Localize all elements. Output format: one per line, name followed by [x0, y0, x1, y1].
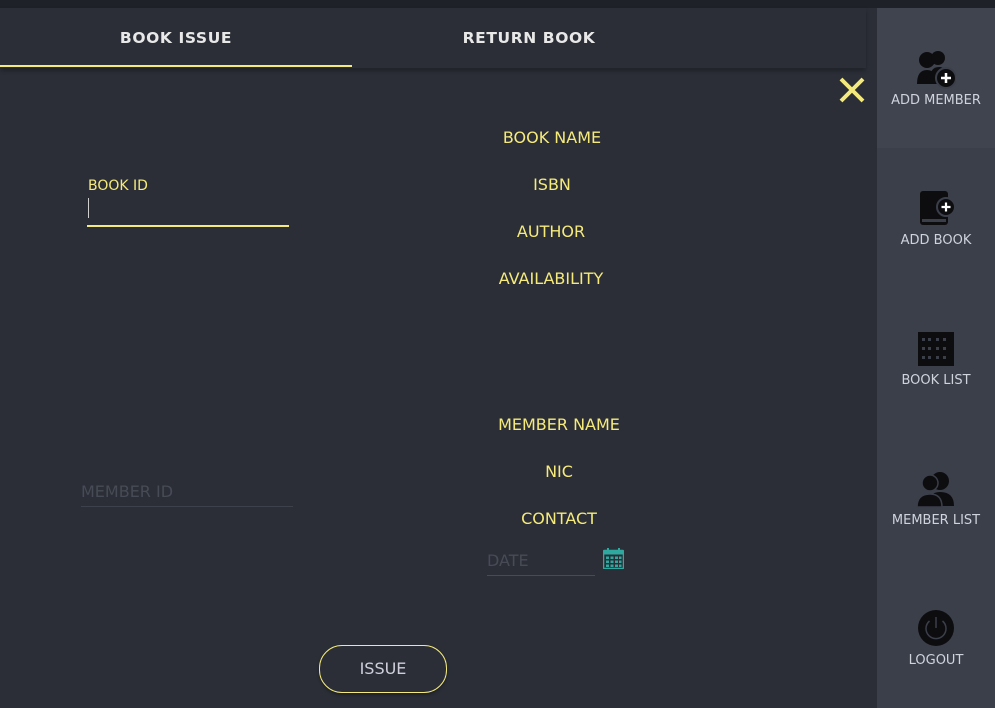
sidebar-label-member-list: MEMBER LIST — [891, 513, 981, 528]
member-list-icon — [916, 472, 954, 508]
window-top-bar — [0, 0, 995, 8]
sidebar-item-member-list[interactable]: MEMBER LIST — [877, 428, 995, 568]
member-id-input[interactable] — [81, 476, 293, 507]
close-icon[interactable] — [836, 74, 868, 106]
book-name-label: BOOK NAME — [502, 128, 602, 147]
isbn-label: ISBN — [533, 175, 571, 194]
sidebar-label-add-member: ADD MEMBER — [891, 93, 981, 108]
book-id-label: BOOK ID — [88, 178, 148, 194]
sidebar-label-add-book: ADD BOOK — [900, 233, 972, 248]
member-name-label: MEMBER NAME — [498, 415, 620, 434]
nic-label: NIC — [545, 462, 573, 481]
sidebar: ADD MEMBER ADD BOOK BOOK LIST MEMBER LIS… — [877, 8, 995, 708]
add-book-icon — [920, 191, 956, 225]
calendar-icon[interactable] — [603, 548, 624, 569]
tab-bar: BOOK ISSUE RETURN BOOK — [0, 8, 866, 68]
issue-button[interactable]: ISSUE — [319, 645, 447, 693]
main-panel: BOOK ISSUE RETURN BOOK — [0, 8, 877, 708]
book-list-icon — [918, 332, 954, 366]
sidebar-item-logout[interactable]: LOGOUT — [877, 568, 995, 708]
active-tab-indicator — [0, 65, 352, 67]
sidebar-item-book-list[interactable]: BOOK LIST — [877, 288, 995, 428]
add-member-icon — [917, 51, 956, 89]
author-label: AUTHOR — [516, 222, 586, 241]
sidebar-item-add-book[interactable]: ADD BOOK — [877, 148, 995, 288]
contact-label: CONTACT — [521, 509, 597, 528]
sidebar-label-book-list: BOOK LIST — [901, 373, 971, 388]
tab-book-issue[interactable]: BOOK ISSUE — [0, 8, 352, 68]
date-input[interactable] — [487, 545, 595, 576]
tab-return-book[interactable]: RETURN BOOK — [352, 8, 706, 68]
book-id-input[interactable] — [87, 193, 289, 227]
availability-label: AVAILABILITY — [498, 269, 604, 288]
text-cursor — [88, 198, 89, 218]
power-icon — [918, 610, 954, 646]
sidebar-item-add-member[interactable]: ADD MEMBER — [877, 8, 995, 148]
sidebar-label-logout: LOGOUT — [908, 653, 964, 668]
